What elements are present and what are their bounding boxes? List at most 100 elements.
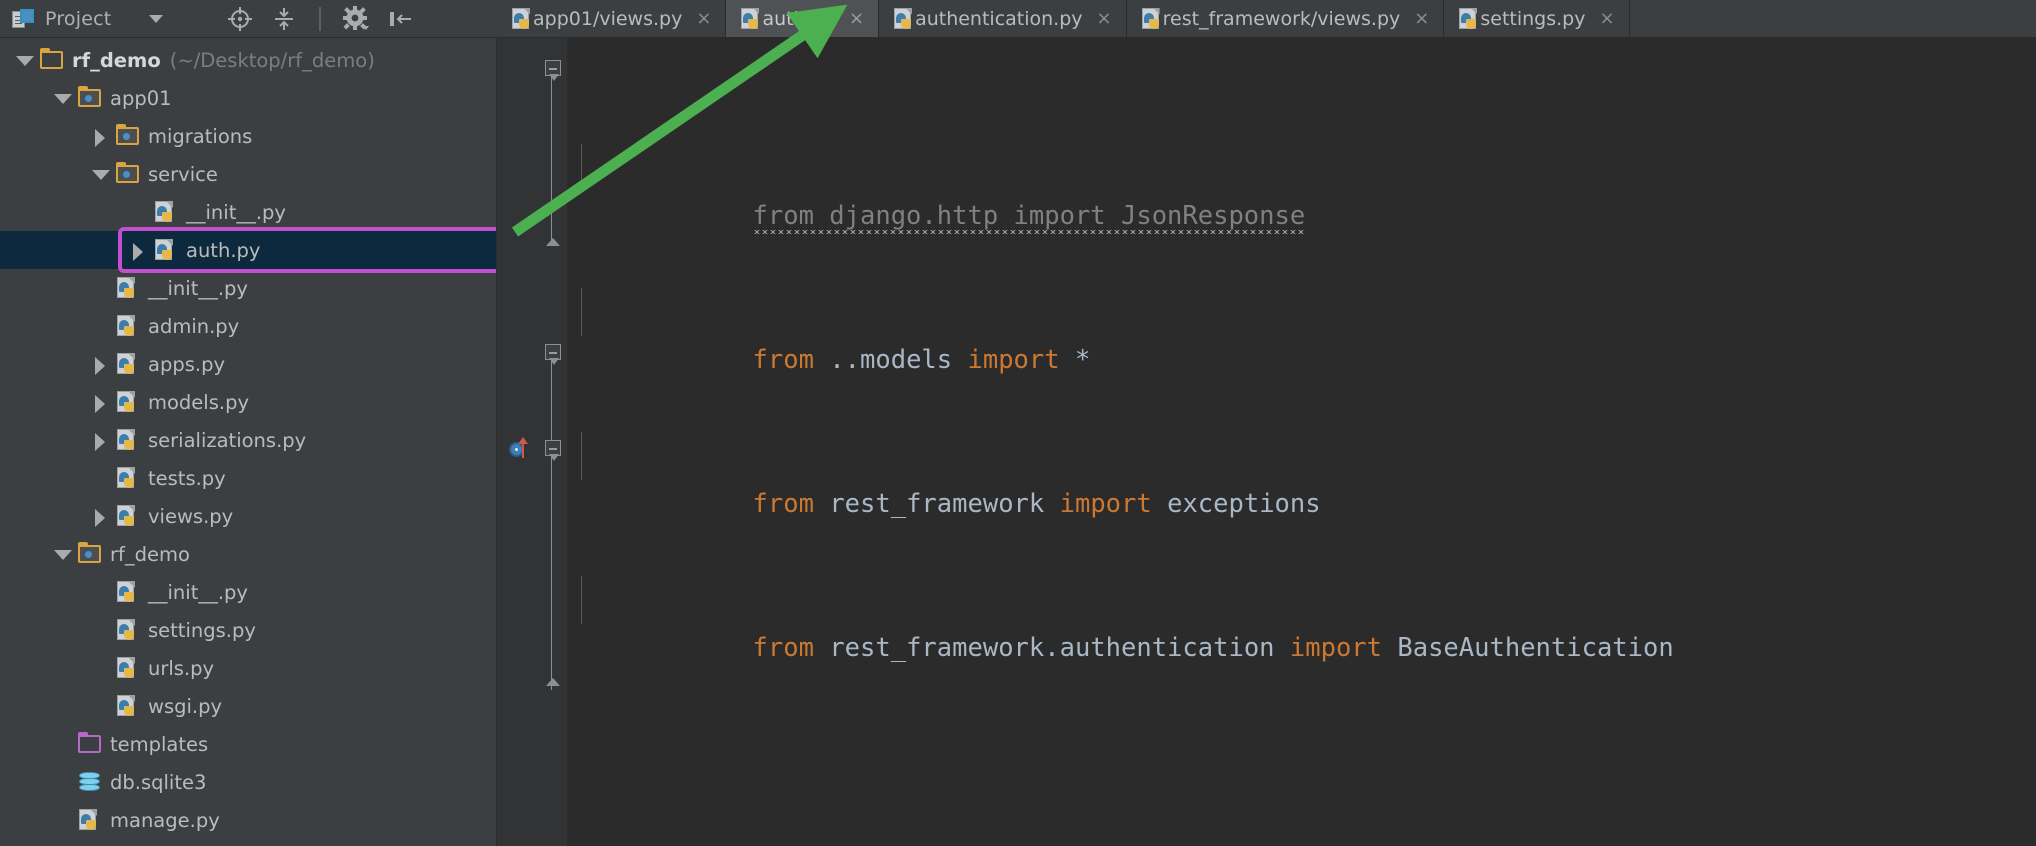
twist-spacer	[52, 772, 72, 792]
fold-marker-method[interactable]	[545, 440, 561, 461]
project-tree[interactable]: rf_demo (~/Desktop/rf_demo) app01 migration…	[0, 38, 497, 846]
code-token-models: ..models	[829, 345, 953, 375]
editor-code-area[interactable]: from django.http import JsonResponse fro…	[567, 38, 2036, 846]
chevron-right-icon[interactable]	[90, 430, 110, 451]
tree-item-admin-py[interactable]: admin.py	[0, 307, 496, 345]
code-editor[interactable]: from django.http import JsonResponse fro…	[497, 38, 2036, 846]
chevron-right-icon[interactable]	[90, 354, 110, 375]
code-token-import: import	[967, 345, 1060, 375]
chevron-right-icon[interactable]	[90, 126, 110, 147]
tree-item-auth-py[interactable]: auth.py	[0, 231, 496, 269]
tree-item-views-py[interactable]: views.py	[0, 497, 496, 535]
twist-spacer	[90, 582, 110, 602]
tab-authentication[interactable]: authentication.py ×	[879, 0, 1127, 37]
chevron-down-icon[interactable]	[149, 14, 164, 23]
hide-window-icon[interactable]	[385, 4, 415, 34]
chevron-down-icon[interactable]	[52, 88, 72, 108]
code-token-import: import	[1289, 633, 1383, 663]
tree-item-label: serializations.py	[148, 428, 307, 452]
tab-label: authentication.py	[915, 7, 1083, 30]
close-icon[interactable]: ×	[1097, 9, 1112, 28]
project-toolwindow-title: Project	[45, 7, 112, 30]
tree-item-init-py[interactable]: __init__.py	[0, 269, 496, 307]
pycharm-window: Project app01/views.py × auth.py × authe…	[0, 0, 2036, 846]
tree-item-models-py[interactable]: models.py	[0, 383, 496, 421]
code-token-import: import	[1059, 489, 1152, 519]
code-token-restframework: rest_framework	[829, 489, 1045, 519]
code-token-from: from	[752, 489, 814, 519]
tree-item-rf-demo[interactable]: rf_demo	[0, 535, 496, 573]
tree-item-db-sqlite3[interactable]: db.sqlite3	[0, 763, 496, 801]
fold-marker-class[interactable]	[545, 344, 561, 365]
tree-item-migrations[interactable]: migrations	[0, 117, 496, 155]
project-toolwindow-toolbar	[225, 4, 415, 34]
tree-item-label: service	[148, 162, 218, 186]
project-view-icon	[12, 8, 34, 29]
toolbar-separator	[319, 6, 322, 31]
close-icon[interactable]: ×	[1414, 9, 1429, 28]
code-line-2: from ..models import *	[567, 288, 2036, 375]
chevron-right-icon[interactable]	[90, 506, 110, 527]
folder-module-icon	[116, 162, 140, 186]
tab-rest-framework-views[interactable]: rest_framework/views.py ×	[1126, 0, 1445, 37]
tab-settings[interactable]: settings.py ×	[1444, 0, 1630, 37]
python-file-icon	[511, 7, 533, 31]
tree-item-label: auth.py	[186, 238, 261, 262]
tab-auth[interactable]: auth.py ×	[726, 0, 880, 37]
tree-item-serializations-py[interactable]: serializations.py	[0, 421, 496, 459]
tree-item-rf-demo[interactable]: rf_demo (~/Desktop/rf_demo)	[0, 41, 496, 79]
fold-marker-imports[interactable]	[545, 60, 561, 81]
python-file-icon	[116, 352, 140, 376]
fold-end-marker-method[interactable]	[544, 678, 560, 694]
code-token-from: from	[752, 345, 814, 375]
tree-item-tests-py[interactable]: tests.py	[0, 459, 496, 497]
tree-item-label: templates	[110, 732, 209, 756]
settings-gear-icon[interactable]	[341, 4, 371, 34]
folder-module-icon	[78, 542, 102, 566]
database-icon	[78, 770, 102, 794]
chevron-down-icon[interactable]	[14, 50, 34, 70]
tree-item-apps-py[interactable]: apps.py	[0, 345, 496, 383]
tree-item-label: urls.py	[148, 656, 215, 680]
twist-spacer	[90, 316, 110, 336]
code-token-baseauthentication: BaseAuthentication	[1397, 633, 1674, 663]
tree-item-settings-py[interactable]: settings.py	[0, 611, 496, 649]
tree-item-manage-py[interactable]: manage.py	[0, 801, 496, 839]
chevron-down-icon[interactable]	[90, 164, 110, 184]
tree-item-urls-py[interactable]: urls.py	[0, 649, 496, 687]
tree-item-templates[interactable]: templates	[0, 725, 496, 763]
code-line-1: from django.http import JsonResponse	[567, 144, 2036, 231]
close-icon[interactable]: ×	[1600, 9, 1615, 28]
fold-region-line	[551, 76, 552, 242]
chevron-right-icon[interactable]	[128, 240, 148, 261]
chevron-right-icon[interactable]	[90, 392, 110, 413]
tree-item-wsgi-py[interactable]: wsgi.py	[0, 687, 496, 725]
python-file-icon	[116, 694, 140, 718]
python-file-icon	[116, 580, 140, 604]
tree-item-label: models.py	[148, 390, 249, 414]
tab-app01-views[interactable]: app01/views.py ×	[497, 0, 727, 37]
editor-gutter[interactable]	[497, 38, 568, 846]
chevron-down-icon[interactable]	[52, 544, 72, 564]
tree-item-service[interactable]: service	[0, 155, 496, 193]
python-file-icon	[116, 466, 140, 490]
collapse-all-icon[interactable]	[269, 4, 299, 34]
project-toolwindow-title-group[interactable]: Project	[0, 7, 164, 30]
python-file-icon	[116, 314, 140, 338]
folder-templates-icon	[78, 732, 102, 756]
close-icon[interactable]: ×	[849, 9, 864, 28]
tree-item-label: tests.py	[148, 466, 226, 490]
overriding-method-icon[interactable]	[509, 437, 528, 460]
python-file-icon	[116, 276, 140, 300]
project-toolwindow-header: Project	[0, 0, 497, 38]
tree-item-init-py[interactable]: __init__.py	[0, 193, 496, 231]
python-file-icon	[154, 238, 178, 262]
tree-item-init-py[interactable]: __init__.py	[0, 573, 496, 611]
code-token-star: *	[1074, 345, 1091, 375]
tree-item-app01[interactable]: app01	[0, 79, 496, 117]
main-area: rf_demo (~/Desktop/rf_demo) app01 migration…	[0, 38, 2036, 846]
tree-item-label: __init__.py	[148, 276, 248, 300]
code-token-exceptions: exceptions	[1167, 489, 1321, 519]
close-icon[interactable]: ×	[696, 9, 711, 28]
locate-icon[interactable]	[225, 4, 255, 34]
